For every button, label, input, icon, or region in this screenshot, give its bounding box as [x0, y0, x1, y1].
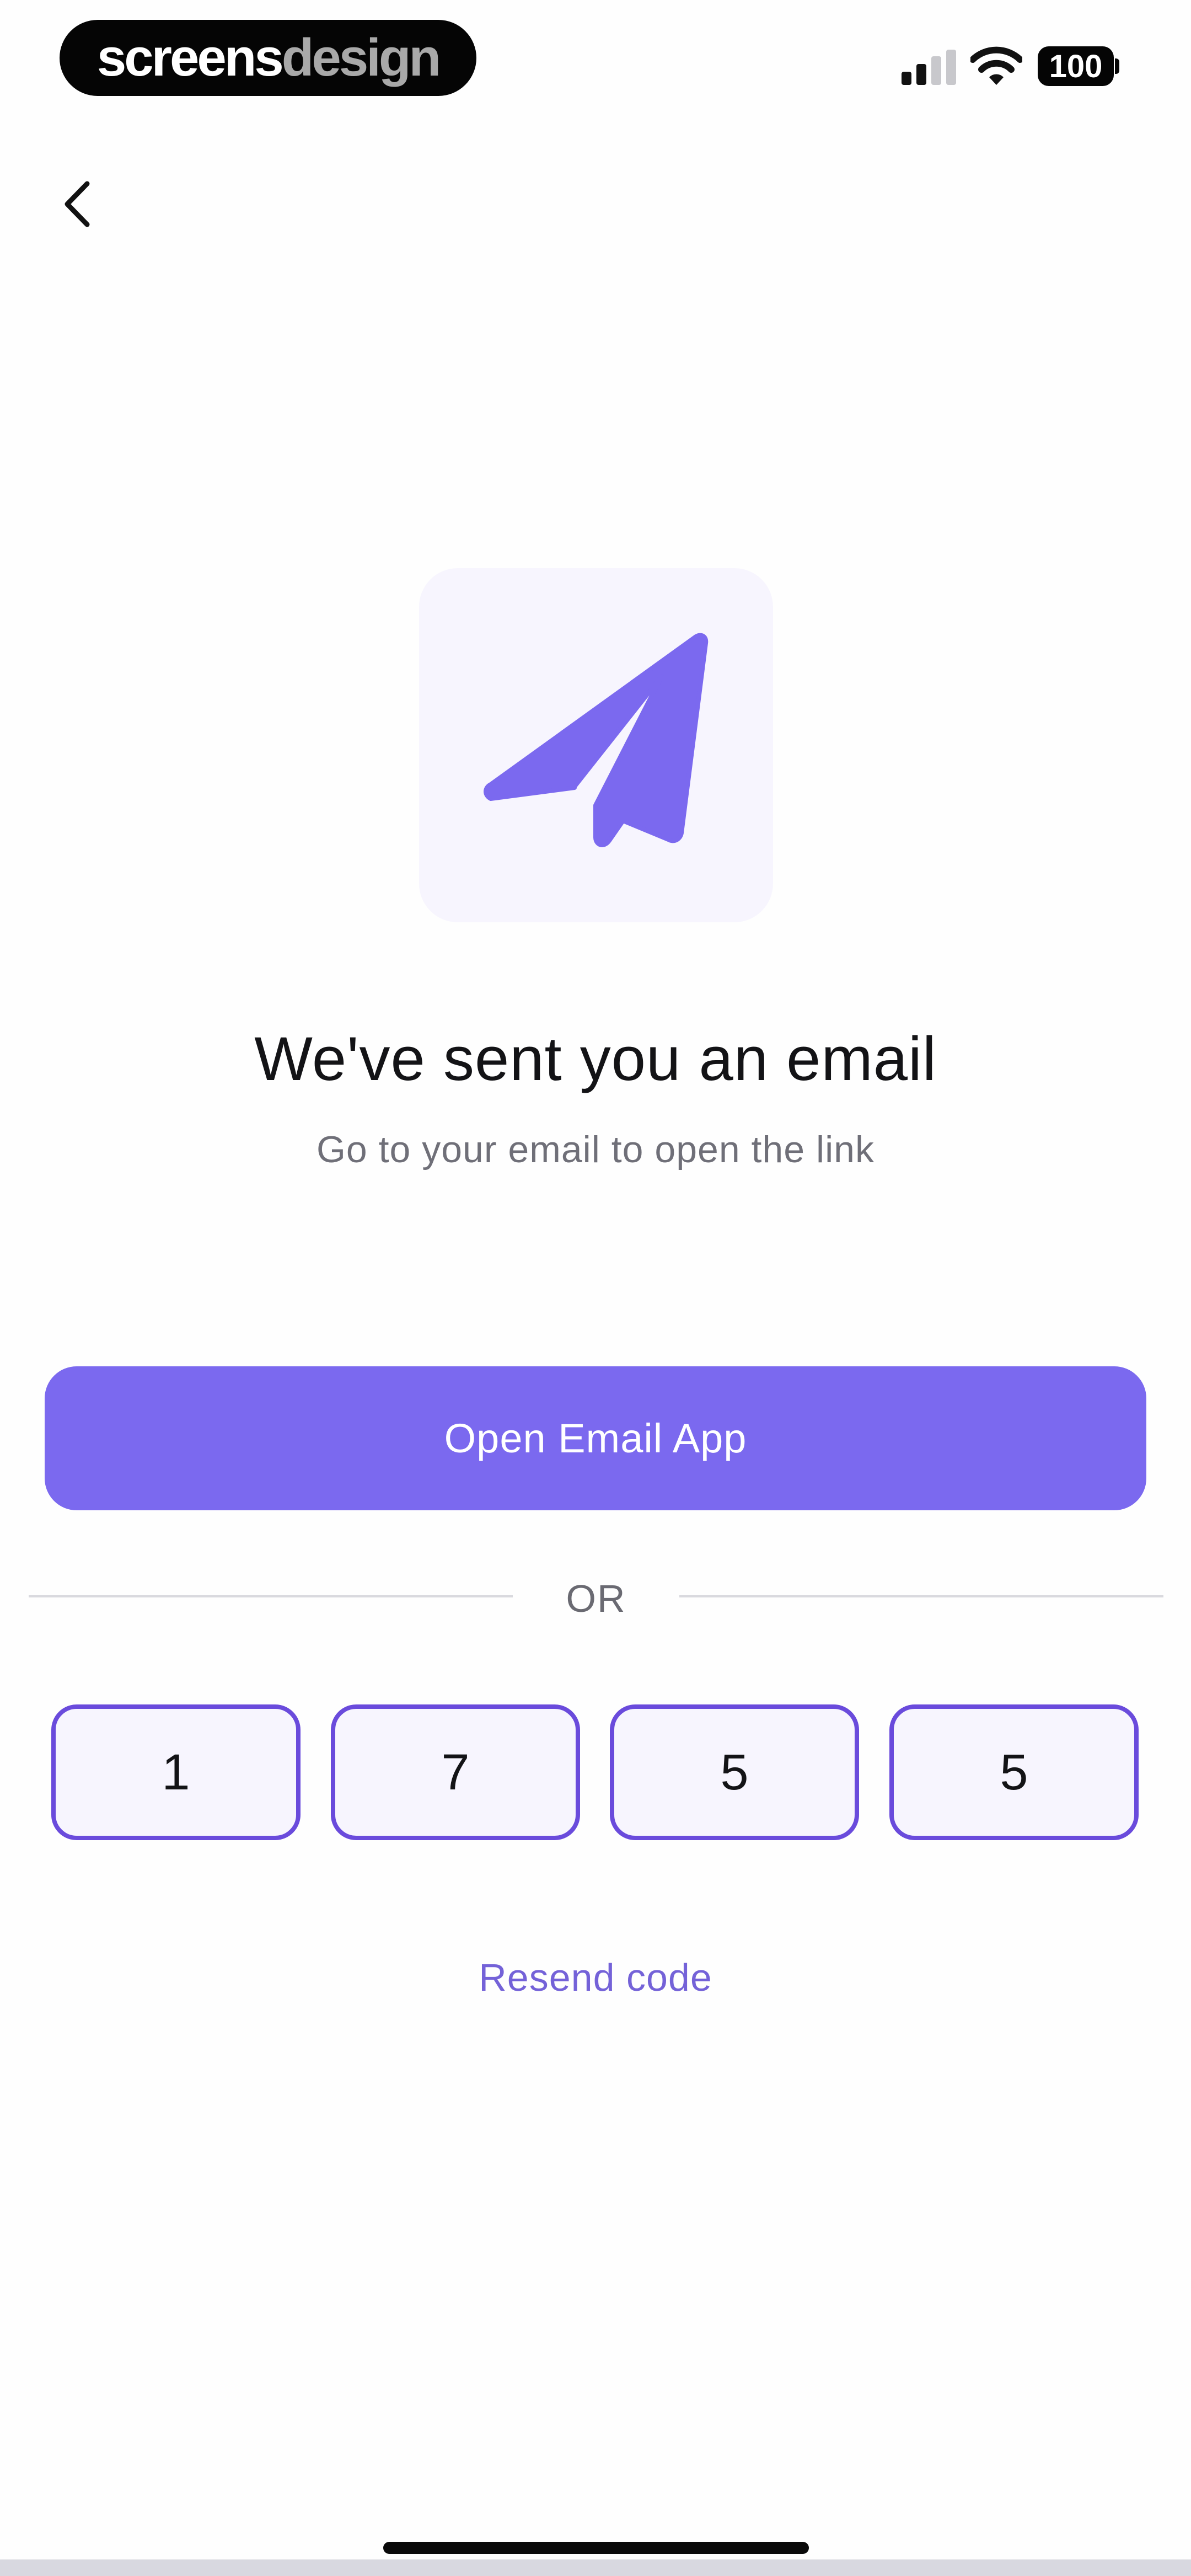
- divider-or-label: OR: [566, 1577, 626, 1620]
- battery-indicator: 100: [1038, 46, 1114, 86]
- open-email-app-label: Open Email App: [444, 1415, 747, 1461]
- home-indicator[interactable]: [383, 2542, 809, 2554]
- code-digit-1[interactable]: 1: [51, 1704, 301, 1840]
- back-button[interactable]: [50, 165, 105, 243]
- paper-plane-icon: [484, 633, 709, 847]
- hero-illustration: [419, 568, 773, 922]
- chevron-left-icon: [65, 181, 90, 227]
- divider-line-left: [29, 1595, 513, 1597]
- bottom-edge: [0, 2559, 1191, 2576]
- code-digit-3[interactable]: 5: [610, 1704, 859, 1840]
- wifi-icon: [970, 46, 1022, 85]
- signal-bars-icon: [902, 50, 956, 85]
- brand-logo-part2: design: [281, 28, 441, 87]
- resend-code-link[interactable]: Resend code: [0, 1955, 1191, 2000]
- battery-level: 100: [1049, 48, 1103, 84]
- divider-line-right: [679, 1595, 1163, 1597]
- brand-logo-part1: screens: [96, 28, 284, 87]
- brand-logo: screens design: [60, 20, 476, 96]
- code-digit-4[interactable]: 5: [889, 1704, 1139, 1840]
- page-subtitle: Go to your email to open the link: [316, 1129, 875, 1171]
- status-bar: screens design 100: [0, 0, 1191, 110]
- open-email-app-button[interactable]: Open Email App: [45, 1366, 1146, 1510]
- code-digit-2[interactable]: 7: [331, 1704, 580, 1840]
- verification-code-input: 1 7 5 5: [0, 1704, 1191, 1840]
- battery-tip: [1115, 58, 1119, 74]
- page-title: We've sent you an email: [254, 1024, 937, 1093]
